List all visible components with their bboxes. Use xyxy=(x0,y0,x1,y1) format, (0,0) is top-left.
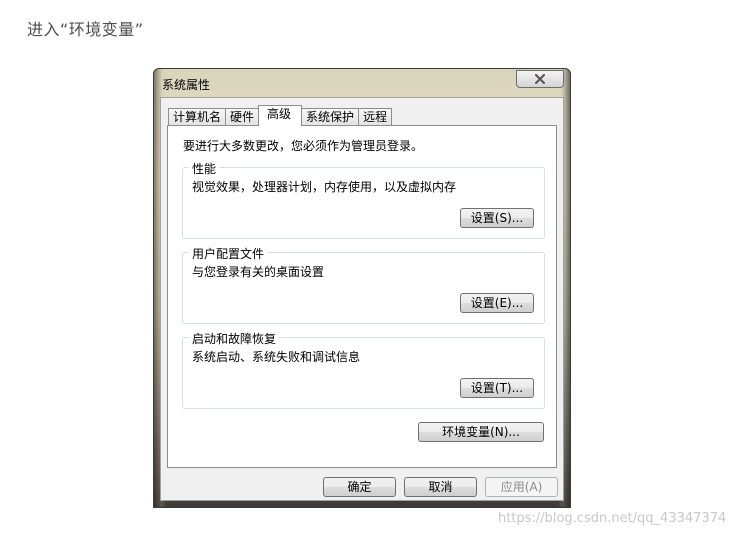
user-profiles-settings-button[interactable]: 设置(E)... xyxy=(460,293,534,313)
startup-recovery-group-label: 启动和故障恢复 xyxy=(189,330,280,347)
startup-recovery-settings-button[interactable]: 设置(T)... xyxy=(460,378,534,398)
watermark-text: https://blog.csdn.net/qq_43347374 xyxy=(498,511,727,526)
ok-button[interactable]: 确定 xyxy=(323,477,396,497)
tab-strip: 计算机名 硬件 高级 系统保护 远程 xyxy=(168,105,393,126)
startup-recovery-group: 启动和故障恢复 系统启动、系统失败和调试信息 设置(T)... xyxy=(182,330,545,409)
tab-hardware[interactable]: 硬件 xyxy=(225,108,260,126)
admin-note: 要进行大多数更改，您必须作为管理员登录。 xyxy=(183,139,424,153)
close-button[interactable] xyxy=(516,70,564,88)
tab-remote[interactable]: 远程 xyxy=(358,108,393,126)
performance-settings-button[interactable]: 设置(S)... xyxy=(460,208,534,228)
cancel-button[interactable]: 取消 xyxy=(404,477,477,497)
system-properties-window: 系统属性 计算机名 硬件 高级 系统保护 远程 要进行大多数更改，您必须作为管理… xyxy=(153,68,571,508)
user-profiles-group: 用户配置文件 与您登录有关的桌面设置 设置(E)... xyxy=(182,245,545,324)
apply-button[interactable]: 应用(A) xyxy=(485,477,558,497)
startup-recovery-description: 系统启动、系统失败和调试信息 xyxy=(192,350,361,364)
environment-variables-button[interactable]: 环境变量(N)... xyxy=(418,422,544,442)
close-icon xyxy=(535,74,545,84)
advanced-tab-panel: 要进行大多数更改，您必须作为管理员登录。 性能 视觉效果，处理器计划，内存使用，… xyxy=(167,125,557,468)
user-profiles-description: 与您登录有关的桌面设置 xyxy=(192,265,325,279)
dialog-client-area: 计算机名 硬件 高级 系统保护 远程 要进行大多数更改，您必须作为管理员登录。 … xyxy=(160,97,564,501)
tab-system-protection[interactable]: 系统保护 xyxy=(301,108,360,126)
window-title: 系统属性 xyxy=(162,78,211,92)
article-heading: 进入“环境变量” xyxy=(27,20,144,39)
performance-group-label: 性能 xyxy=(189,160,220,177)
tab-computer-name[interactable]: 计算机名 xyxy=(168,108,227,126)
performance-group: 性能 视觉效果，处理器计划，内存使用，以及虚拟内存 设置(S)... xyxy=(182,160,545,239)
tab-advanced[interactable]: 高级 xyxy=(258,105,303,126)
user-profiles-group-label: 用户配置文件 xyxy=(189,245,268,262)
performance-description: 视觉效果，处理器计划，内存使用，以及虚拟内存 xyxy=(192,180,457,194)
